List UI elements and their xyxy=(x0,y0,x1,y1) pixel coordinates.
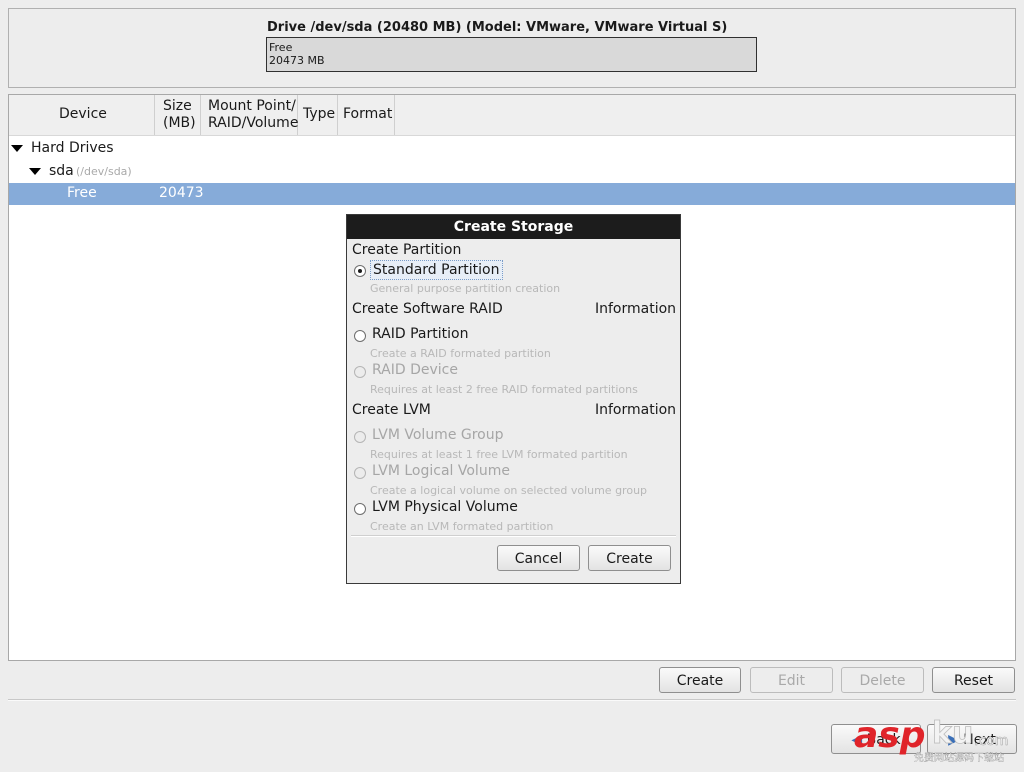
raid-partition-label[interactable]: RAID Partition xyxy=(372,326,468,342)
delete-button[interactable]: Delete xyxy=(841,667,924,693)
column-type-label: Type xyxy=(303,106,336,122)
svg-text:asp: asp xyxy=(854,715,926,756)
free-size: 20473 xyxy=(159,185,204,201)
standard-partition-label[interactable]: Standard Partition xyxy=(370,260,503,280)
lvm-logical-volume-label[interactable]: LVM Logical Volume xyxy=(372,463,510,479)
column-format-label: Format xyxy=(343,106,393,122)
column-size[interactable]: Size (MB) xyxy=(155,95,201,135)
svg-text:ku: ku xyxy=(932,716,973,751)
standard-partition-hint: General purpose partition creation xyxy=(370,282,561,295)
create-storage-dialog: Create Storage Create Partition Standard… xyxy=(346,214,681,584)
radio-standard-partition[interactable] xyxy=(354,265,366,277)
lvm-physical-volume-hint: Create an LVM formated partition xyxy=(370,520,554,533)
column-size-label-1: Size xyxy=(163,98,192,114)
column-format[interactable]: Format xyxy=(338,95,395,135)
watermark-graphic: asp ku .com 免费网站源码下载站 xyxy=(854,715,1009,764)
reset-button[interactable]: Reset xyxy=(932,667,1015,693)
lvm-physical-volume-label[interactable]: LVM Physical Volume xyxy=(372,499,518,515)
radio-lvm-logical-volume[interactable] xyxy=(354,467,366,479)
column-device[interactable]: Device xyxy=(9,95,155,135)
bottom-separator xyxy=(8,699,1016,701)
column-mount-label-2: RAID/Volume xyxy=(208,115,299,131)
expander-arrow-icon[interactable] xyxy=(11,145,23,152)
lvm-information-link[interactable]: Information xyxy=(595,402,676,418)
svg-text:.com: .com xyxy=(974,733,1008,749)
watermark-logo: asp ku .com 免费网站源码下载站 xyxy=(846,712,1022,768)
dialog-separator xyxy=(351,535,676,537)
drive-title: Drive /dev/sda (20480 MB) (Model: VMware… xyxy=(267,20,728,35)
sda-label: sda xyxy=(49,163,74,179)
sda-path: (/dev/sda) xyxy=(76,165,132,178)
section-create-software-raid: Create Software RAID xyxy=(352,301,503,317)
create-button[interactable]: Create xyxy=(659,667,741,693)
drive-bar-size: 20473 MB xyxy=(269,54,325,67)
lvm-volume-group-label[interactable]: LVM Volume Group xyxy=(372,427,504,443)
tree-row-sda[interactable]: sda (/dev/sda) xyxy=(9,161,1015,183)
svg-text:免费网站源码下载站: 免费网站源码下载站 xyxy=(914,751,1004,764)
tree-row-free[interactable]: Free 20473 xyxy=(9,183,1015,205)
dialog-title: Create Storage xyxy=(347,215,680,239)
raid-partition-hint: Create a RAID formated partition xyxy=(370,347,551,360)
tree-row-hard-drives[interactable]: Hard Drives xyxy=(9,138,1015,160)
edit-button[interactable]: Edit xyxy=(750,667,833,693)
section-create-lvm: Create LVM xyxy=(352,402,431,418)
dialog-cancel-button[interactable]: Cancel xyxy=(497,545,580,571)
radio-lvm-physical-volume[interactable] xyxy=(354,503,366,515)
column-type[interactable]: Type xyxy=(298,95,338,135)
radio-raid-partition[interactable] xyxy=(354,330,366,342)
raid-device-hint: Requires at least 2 free RAID formated p… xyxy=(370,383,638,396)
column-mount-label-1: Mount Point/ xyxy=(208,98,296,114)
column-device-label: Device xyxy=(59,106,107,122)
tree-header: Device Size (MB) Mount Point/ RAID/Volum… xyxy=(9,95,1015,136)
radio-raid-device[interactable] xyxy=(354,366,366,378)
column-size-label-2: (MB) xyxy=(163,115,196,131)
dialog-create-button[interactable]: Create xyxy=(588,545,671,571)
expander-arrow-icon[interactable] xyxy=(29,168,41,175)
lvm-volume-group-hint: Requires at least 1 free LVM formated pa… xyxy=(370,448,628,461)
lvm-logical-volume-hint: Create a logical volume on selected volu… xyxy=(370,484,648,497)
drive-panel: Drive /dev/sda (20480 MB) (Model: VMware… xyxy=(8,8,1016,88)
raid-information-link[interactable]: Information xyxy=(595,301,676,317)
column-mount-point[interactable]: Mount Point/ RAID/Volume xyxy=(201,95,298,135)
radio-lvm-volume-group[interactable] xyxy=(354,431,366,443)
raid-device-label[interactable]: RAID Device xyxy=(372,362,458,378)
drive-usage-bar[interactable]: Free 20473 MB xyxy=(266,37,757,72)
section-create-partition: Create Partition xyxy=(352,242,462,258)
hard-drives-label: Hard Drives xyxy=(31,140,114,156)
free-label: Free xyxy=(67,185,97,201)
drive-bar-label: Free xyxy=(269,41,293,54)
